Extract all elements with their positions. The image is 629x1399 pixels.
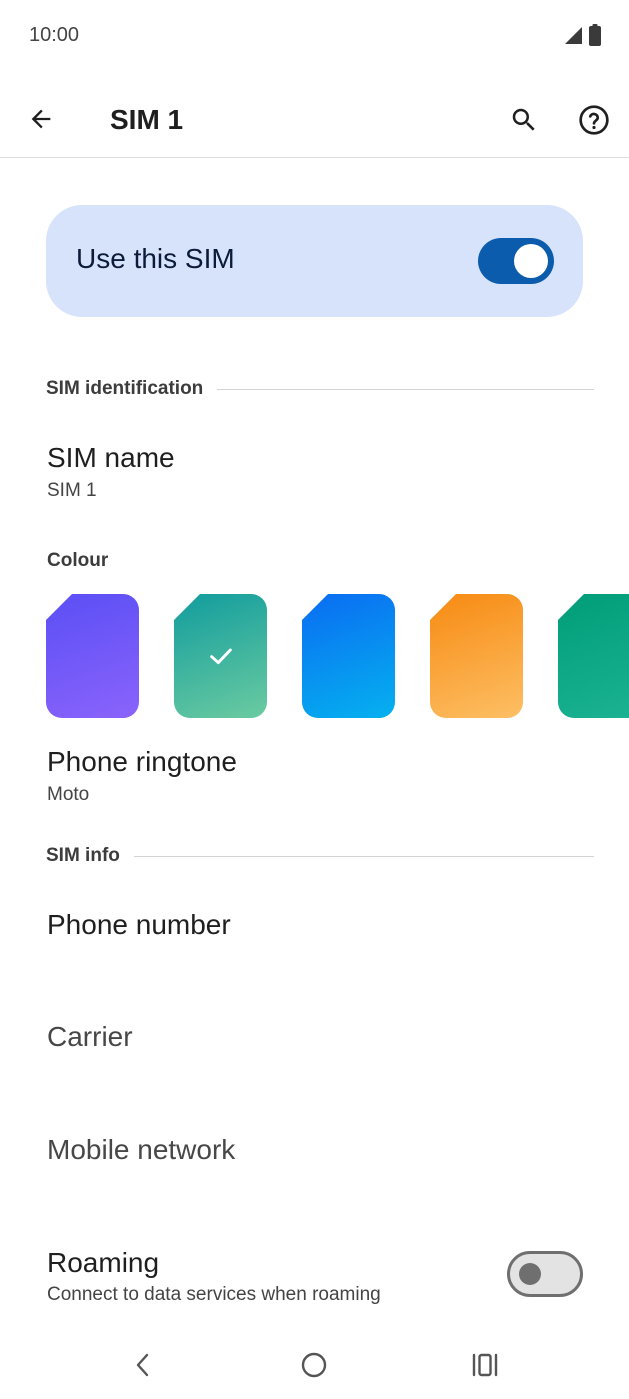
sim-identification-header: SIM identification <box>46 378 594 400</box>
sim-identification-title: SIM identification <box>46 378 204 399</box>
mobile-network-item[interactable]: Mobile network <box>47 1134 235 1166</box>
help-button[interactable] <box>574 102 614 142</box>
carrier-item[interactable]: Carrier <box>47 1021 133 1053</box>
status-icons <box>563 24 601 51</box>
search-button[interactable] <box>504 102 544 142</box>
phone-ringtone-title: Phone ringtone <box>47 746 237 777</box>
colour-swatches <box>46 594 629 718</box>
colour-swatch-teal[interactable] <box>174 594 267 718</box>
page-title: SIM 1 <box>110 104 184 135</box>
nav-home-button[interactable] <box>292 1345 336 1389</box>
colour-swatch-orange[interactable] <box>430 594 523 718</box>
check-icon <box>174 594 267 718</box>
toggle-knob <box>519 1263 541 1285</box>
roaming-title: Roaming <box>47 1247 160 1278</box>
signal-icon <box>563 25 583 50</box>
sim-info-title: SIM info <box>46 845 120 866</box>
nav-back-icon <box>131 1351 155 1384</box>
section-divider <box>217 388 594 390</box>
use-this-sim-toggle[interactable] <box>478 238 554 284</box>
back-arrow-icon <box>27 105 55 138</box>
colour-swatch-green[interactable] <box>558 594 629 718</box>
phone-ringtone-value: Moto <box>47 784 90 805</box>
back-button[interactable] <box>22 102 60 140</box>
nav-recents-button[interactable] <box>463 1345 507 1389</box>
sim-info-header: SIM info <box>46 845 594 867</box>
app-bar: SIM 1 <box>0 84 629 158</box>
nav-recents-icon <box>471 1352 499 1383</box>
search-icon <box>509 105 539 140</box>
roaming-toggle[interactable] <box>507 1251 583 1297</box>
status-bar: 10:00 <box>0 0 629 72</box>
use-this-sim-switch-bar[interactable]: Use this SIM <box>46 205 583 317</box>
sim-name-title: SIM name <box>47 442 175 473</box>
use-this-sim-label: Use this SIM <box>76 243 235 274</box>
colour-label: Colour <box>47 550 109 571</box>
status-time: 10:00 <box>29 24 80 46</box>
battery-icon <box>589 24 601 51</box>
nav-home-icon <box>300 1351 328 1384</box>
toggle-knob <box>514 244 548 278</box>
app-bar-divider <box>0 157 629 158</box>
colour-swatch-purple[interactable] <box>46 594 139 718</box>
phone-number-item[interactable]: Phone number <box>47 909 231 941</box>
navigation-bar <box>0 1335 629 1399</box>
section-divider <box>133 855 594 857</box>
sim-name-value: SIM 1 <box>47 480 97 501</box>
roaming-summary: Connect to data services when roaming <box>47 1284 381 1305</box>
help-icon <box>578 104 610 141</box>
nav-back-button[interactable] <box>121 1345 165 1389</box>
colour-swatch-blue[interactable] <box>302 594 395 718</box>
